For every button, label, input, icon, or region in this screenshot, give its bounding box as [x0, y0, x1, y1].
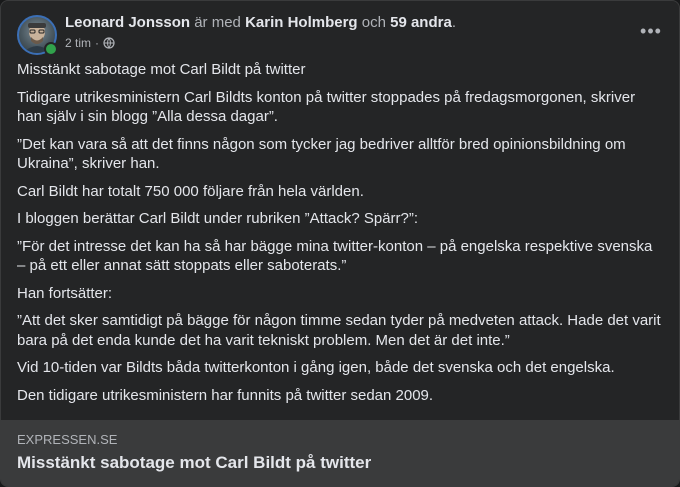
author-avatar[interactable] [17, 15, 58, 56]
more-options-icon[interactable]: ••• [633, 19, 669, 43]
title-period: . [451, 14, 456, 31]
link-domain: EXPRESSEN.SE [17, 432, 118, 447]
online-status-dot [44, 42, 58, 56]
post-meta: Leonard Jonsson är med Karin Holmberg oc… [65, 13, 623, 51]
post-timestamp[interactable]: 2 tim [65, 35, 91, 51]
body-paragraph: ”Att det sker samtidigt på bägge för någ… [17, 312, 661, 349]
post-body: Misstänkt sabotage mot Carl Bildt på twi… [17, 60, 663, 413]
globe-icon[interactable] [103, 37, 115, 49]
body-paragraph: I bloggen berättar Carl Bildt under rubr… [17, 210, 419, 227]
post-subline: 2 tim · [65, 35, 623, 51]
body-paragraph: ”För det intresse det kan ha så har bägg… [17, 237, 653, 275]
link-preview[interactable]: EXPRESSEN.SE Misstänkt sabotage mot Carl… [1, 420, 679, 486]
body-paragraph: Tidigare utrikesministern Carl Bildts ko… [17, 88, 636, 126]
and-text: och [361, 14, 386, 31]
body-paragraph: Han fortsätter: [17, 284, 113, 302]
body-paragraph: Carl Bildt har totalt 750 000 följare fr… [17, 182, 364, 200]
body-paragraph: Misstänkt sabotage mot Carl Bildt på twi… [17, 61, 306, 78]
link-title[interactable]: Misstänkt sabotage mot Carl Bildt på twi… [17, 452, 663, 473]
post-header: Leonard Jonsson är med Karin Holmberg oc… [17, 13, 663, 56]
with-text: är med [194, 14, 241, 31]
body-paragraph: ”Det kan vara så att det finns någon som… [17, 135, 626, 173]
post-title-line: Leonard Jonsson är med Karin Holmberg oc… [65, 13, 623, 32]
separator: · [95, 36, 100, 50]
post-card: Leonard Jonsson är med Karin Holmberg oc… [0, 0, 680, 487]
body-paragraph: Den tidigare utrikesministern har funnit… [17, 386, 434, 404]
others-link[interactable]: 59 andra [390, 14, 452, 31]
body-paragraph: Vid 10-tiden var Bildts båda twitterkont… [17, 359, 615, 376]
tagged-person[interactable]: Karin Holmberg [245, 14, 358, 31]
author-name[interactable]: Leonard Jonsson [65, 14, 190, 31]
